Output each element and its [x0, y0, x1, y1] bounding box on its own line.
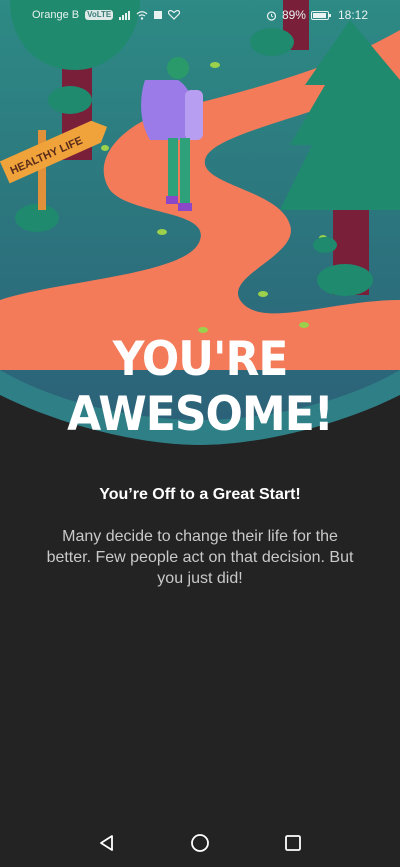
- alarm-icon: [266, 10, 277, 21]
- back-icon: [99, 835, 113, 851]
- navigation-bar: [0, 819, 400, 867]
- status-bar: Orange B VoLTE 89% 18:12: [0, 0, 400, 30]
- wifi-icon: [136, 10, 148, 20]
- clock-time: 18:12: [337, 8, 368, 22]
- volte-badge: VoLTE: [85, 10, 114, 20]
- square-icon: [154, 11, 163, 19]
- body-text: Many decide to change their life for the…: [46, 528, 354, 587]
- battery-icon: [310, 10, 331, 20]
- heart-rate-icon: [168, 10, 181, 20]
- recents-button[interactable]: [273, 823, 313, 863]
- home-icon: [191, 834, 209, 852]
- headline: YOU'RE AWESOME!: [67, 331, 334, 443]
- subtitle: You’re Off to a Great Start!: [99, 486, 301, 503]
- recents-icon: [285, 835, 302, 851]
- home-button[interactable]: [180, 823, 220, 863]
- content-section: You’re Off to a Great Start! Many decide…: [0, 450, 400, 589]
- signal-icon: [119, 10, 131, 20]
- carrier-name: Orange B: [32, 9, 80, 21]
- back-button[interactable]: [87, 823, 127, 863]
- battery-percent: 89%: [281, 8, 306, 22]
